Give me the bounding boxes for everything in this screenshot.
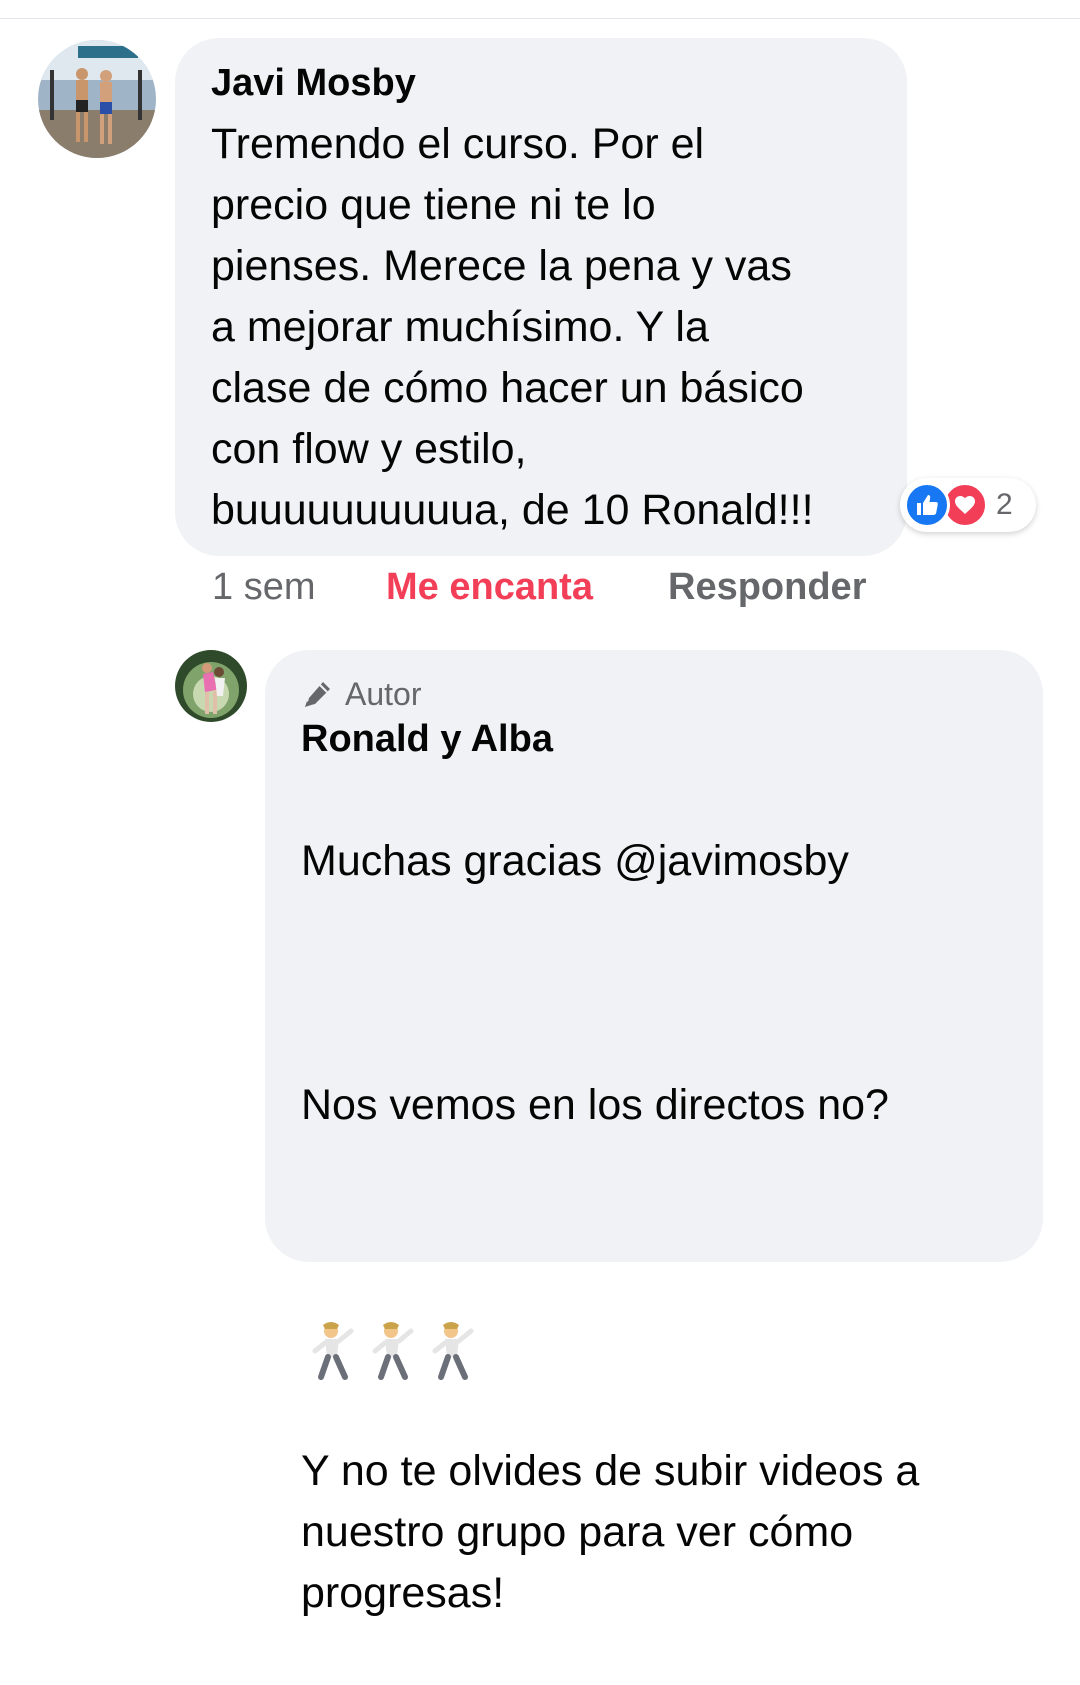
reply-author[interactable]: Ronald y Alba [301,716,553,762]
reply-line-1: Muchas gracias @javimosby [301,837,849,885]
emoji-text: 🕺🕺🕺 [301,1197,462,1258]
reply-button[interactable]: Responder [668,566,866,609]
reply-line-2: Nos vemos en los directos no? [301,1081,889,1129]
dancer-emoji-icons [312,1321,481,1381]
avatar-ronald-y-alba[interactable] [175,650,247,722]
like-icon [904,482,950,528]
comment-bubble[interactable]: Javi Mosby Tremendo el curso. Por el pre… [175,38,907,556]
reply-line-3: Y no te olvides de subir videos a nuestr… [301,1447,920,1617]
reaction-count: 2 [996,488,1013,521]
comment-timestamp[interactable]: 1 sem [212,566,315,609]
author-badge: Autor [301,676,421,713]
dancer-emoji-row: 🕺🕺🕺 [301,1197,1021,1381]
love-reaction-button[interactable]: Me encanta [386,566,593,609]
comment-author[interactable]: Javi Mosby [211,60,416,106]
pencil-icon [305,681,330,707]
top-divider [0,18,1080,19]
reply-text: Muchas gracias @javimosby Nos vemos en l… [301,770,1021,1685]
reply-bubble[interactable]: Autor Ronald y Alba Muchas gracias @javi… [265,650,1043,1617]
comment-text: Tremendo el curso. Por el precio que tie… [211,120,814,534]
reaction-summary[interactable]: 2 [900,478,1036,532]
avatar-javi-mosby[interactable] [38,40,156,158]
author-badge-label: Autor [345,676,422,712]
